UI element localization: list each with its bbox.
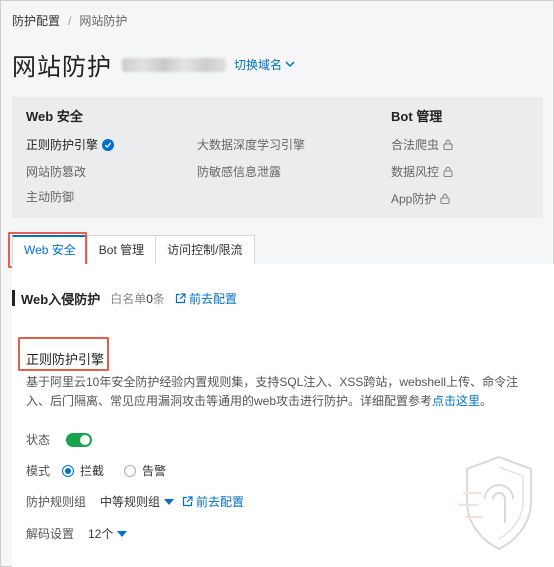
mode-radio-alert[interactable] bbox=[124, 464, 137, 477]
section-accent-bar bbox=[12, 290, 15, 306]
rule-group-label: 防护规则组 bbox=[26, 495, 87, 509]
section-header: Web入侵防护 白名单0条 前去配置 bbox=[12, 289, 237, 307]
rule-group-select[interactable]: 中等规则组 bbox=[100, 493, 175, 510]
title-row: 网站防护 切换域名 bbox=[12, 47, 295, 82]
summary-bot-title: Bot 管理 bbox=[391, 109, 443, 124]
decode-select[interactable]: 12个 bbox=[88, 525, 128, 542]
tab-web-security[interactable]: Web 安全 bbox=[12, 235, 88, 265]
breadcrumb-separator: / bbox=[68, 13, 72, 28]
summary-item-data-leak[interactable]: 防敏感信息泄露 bbox=[197, 163, 281, 180]
summary-item-label: 合法爬虫 bbox=[391, 138, 440, 152]
summary-item-regex-engine[interactable]: 正则防护引擎 bbox=[26, 136, 115, 153]
mode-radio-block[interactable] bbox=[62, 464, 74, 477]
summary-item-label: App防护 bbox=[391, 192, 437, 206]
summary-item-app-protection[interactable]: App防护 bbox=[391, 190, 450, 207]
summary-item-label: 主动防御 bbox=[26, 190, 75, 204]
tab-access-control[interactable]: 访问控制/限流 bbox=[155, 235, 255, 265]
lock-icon bbox=[443, 166, 453, 177]
summary-item-active-defense[interactable]: 主动防御 bbox=[26, 188, 74, 205]
summary-item-label: 数据风控 bbox=[391, 165, 440, 179]
page-title: 网站防护 bbox=[12, 54, 112, 81]
whitelist-count: 白名单0条 bbox=[110, 290, 165, 307]
status-row: 状态 bbox=[26, 431, 92, 448]
summary-item-tamper-protection[interactable]: 网站防篡改 bbox=[26, 163, 86, 180]
external-link-icon bbox=[182, 496, 193, 507]
whitelist-prefix: 白名单 bbox=[110, 291, 147, 306]
mode-option-label: 拦截 bbox=[80, 464, 105, 478]
whitelist-config-link[interactable]: 前去配置 bbox=[175, 290, 237, 307]
summary-item-label: 大数据深度学习引擎 bbox=[197, 138, 306, 152]
engine-title: 正则防护引擎 bbox=[26, 352, 105, 367]
engine-description-end: 。 bbox=[480, 394, 493, 408]
mode-option-block[interactable]: 拦截 bbox=[62, 462, 124, 479]
domain-name-redacted bbox=[122, 57, 226, 72]
page-frame: 防护配置 / 网站防护 网站防护 切换域名 Web 安全 正则防护引擎 大数据深… bbox=[0, 0, 554, 567]
mode-option-alert[interactable]: 告警 bbox=[124, 462, 186, 479]
rule-group-config-link[interactable]: 前去配置 bbox=[182, 493, 244, 510]
switch-domain-label: 切换域名 bbox=[234, 58, 283, 72]
mode-option-label: 告警 bbox=[142, 464, 167, 478]
switch-domain-button[interactable]: 切换域名 bbox=[234, 56, 295, 73]
chevron-down-icon bbox=[285, 61, 295, 68]
whitelist-suffix: 条 bbox=[152, 291, 165, 306]
rule-group-config-label: 前去配置 bbox=[196, 495, 245, 509]
protection-summary: Web 安全 正则防护引擎 大数据深度学习引擎 网站防篡改 防敏感信息泄露 主动… bbox=[12, 97, 543, 218]
section-title: Web入侵防护 bbox=[21, 291, 101, 307]
status-toggle[interactable] bbox=[66, 432, 92, 447]
breadcrumb-current: 网站防护 bbox=[79, 14, 128, 28]
status-label: 状态 bbox=[26, 433, 51, 447]
rule-group-value: 中等规则组 bbox=[100, 495, 161, 509]
summary-item-label: 防敏感信息泄露 bbox=[197, 165, 282, 179]
tab-bar: Web 安全 Bot 管理 访问控制/限流 bbox=[12, 235, 255, 265]
breadcrumb-parent-link[interactable]: 防护配置 bbox=[12, 12, 60, 29]
summary-item-deep-learning[interactable]: 大数据深度学习引擎 bbox=[197, 136, 305, 153]
decode-value: 12个 bbox=[88, 527, 114, 541]
summary-web-title: Web 安全 bbox=[26, 109, 83, 124]
rule-group-row: 防护规则组 中等规则组 前去配置 bbox=[26, 493, 244, 510]
summary-item-label: 网站防篡改 bbox=[26, 165, 87, 179]
summary-item-label: 正则防护引擎 bbox=[26, 138, 99, 152]
mode-row: 模式 拦截 告警 bbox=[26, 462, 186, 479]
breadcrumb: 防护配置 / 网站防护 bbox=[12, 12, 127, 29]
whitelist-number: 0 bbox=[146, 291, 153, 306]
decode-label: 解码设置 bbox=[26, 527, 75, 541]
whitelist-config-label: 前去配置 bbox=[188, 291, 237, 306]
caret-down-icon bbox=[164, 498, 175, 505]
check-circle-icon bbox=[102, 138, 115, 151]
mode-label: 模式 bbox=[26, 464, 51, 478]
external-link-icon bbox=[175, 292, 186, 303]
decode-row: 解码设置 12个 bbox=[26, 525, 128, 542]
summary-item-legit-crawler[interactable]: 合法爬虫 bbox=[391, 136, 453, 153]
caret-down-icon bbox=[117, 530, 128, 537]
tab-bot-management[interactable]: Bot 管理 bbox=[86, 235, 157, 265]
lock-icon bbox=[440, 193, 450, 204]
shield-watermark-icon bbox=[459, 455, 532, 551]
engine-description: 基于阿里云10年安全防护经验内置规则集，支持SQL注入、XSS跨站，webshe… bbox=[26, 373, 541, 411]
lock-icon bbox=[443, 139, 453, 150]
engine-docs-link[interactable]: 点击这里 bbox=[432, 392, 480, 411]
summary-item-data-risk[interactable]: 数据风控 bbox=[391, 163, 453, 180]
